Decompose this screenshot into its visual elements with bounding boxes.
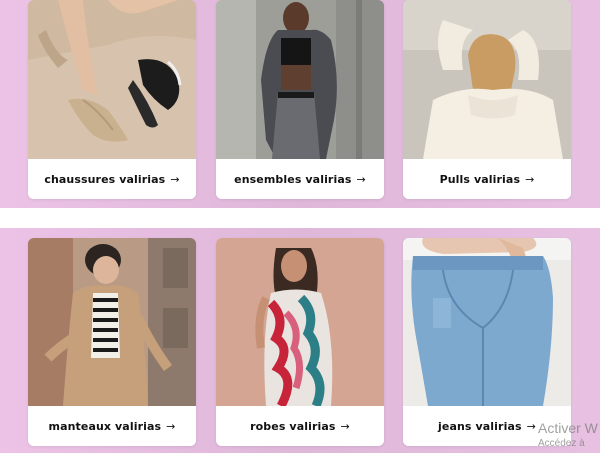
category-card-robes[interactable]: robes valirias → xyxy=(216,238,384,446)
watermark-line-2: Accédez à xyxy=(538,438,585,449)
trench-coat-photo xyxy=(28,238,196,406)
arrow-right-icon: → xyxy=(166,419,176,433)
category-label-pulls[interactable]: Pulls valirias → xyxy=(403,159,571,199)
dress-photo xyxy=(216,238,384,406)
category-label-chaussures[interactable]: chaussures valirias → xyxy=(28,159,196,199)
category-text: jeans valirias xyxy=(438,419,522,433)
category-card-ensembles[interactable]: ensembles valirias → xyxy=(216,0,384,199)
category-card-chaussures[interactable]: chaussures valirias → xyxy=(28,0,196,199)
arrow-right-icon: → xyxy=(525,172,535,186)
watermark-line-1: Activer W xyxy=(538,420,598,436)
sandals-photo xyxy=(28,0,196,159)
category-label-manteaux[interactable]: manteaux valirias → xyxy=(28,406,196,446)
category-label-ensembles[interactable]: ensembles valirias → xyxy=(216,159,384,199)
arrow-right-icon: → xyxy=(170,172,180,186)
arrow-right-icon: → xyxy=(356,172,366,186)
category-text: chaussures valirias xyxy=(44,172,166,186)
category-text: Pulls valirias xyxy=(439,172,521,186)
windows-activation-watermark: Activer W Accédez à xyxy=(538,420,598,452)
jeans-photo xyxy=(403,238,571,406)
arrow-right-icon: → xyxy=(340,419,350,433)
category-text: ensembles valirias xyxy=(234,172,352,186)
category-card-pulls[interactable]: Pulls valirias → xyxy=(403,0,571,199)
category-card-jeans[interactable]: jeans valirias → xyxy=(403,238,571,446)
category-card-manteaux[interactable]: manteaux valirias → xyxy=(28,238,196,446)
outfit-photo xyxy=(216,0,384,159)
sweater-photo xyxy=(403,0,571,159)
category-text: manteaux valirias xyxy=(48,419,162,433)
category-label-robes[interactable]: robes valirias → xyxy=(216,406,384,446)
category-text: robes valirias xyxy=(250,419,336,433)
arrow-right-icon: → xyxy=(526,419,536,433)
